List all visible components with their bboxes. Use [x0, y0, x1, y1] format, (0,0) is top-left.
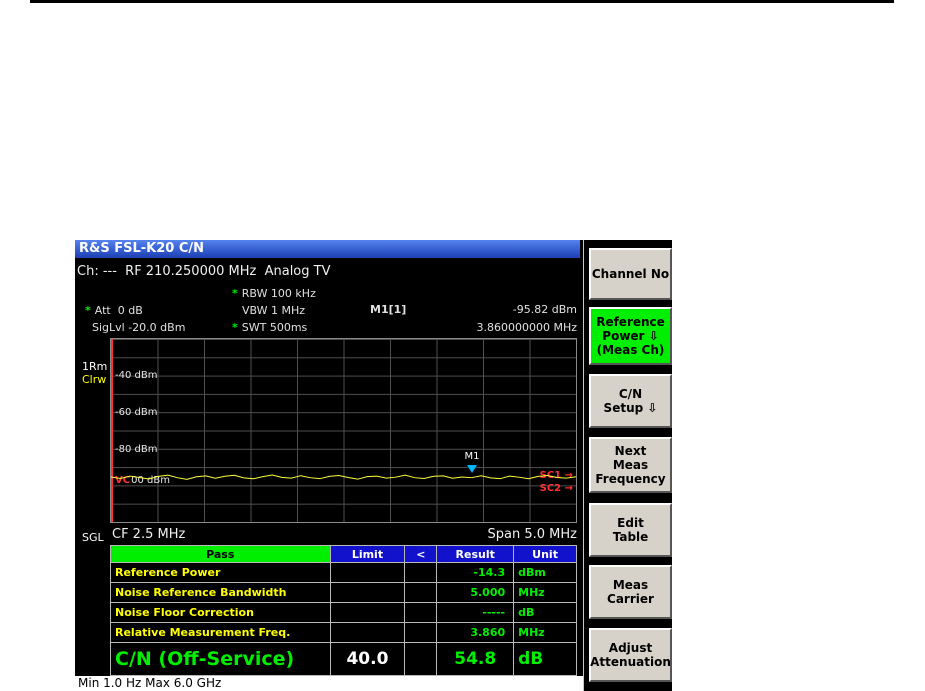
softkey-label-line: C/N [618, 387, 643, 401]
softkey-next-meas-frequency[interactable]: Next Meas Frequency [589, 437, 672, 493]
row-unit: MHz [514, 583, 577, 603]
display-area: R&S FSL-K20 C/N Ch: --- RF 210.250000 MH… [75, 240, 583, 691]
row-result: 5.000 [437, 583, 515, 603]
softkey-label-line: (Meas Ch) [596, 343, 665, 357]
table-row: Noise Reference Bandwidth 5.000 MHz [111, 583, 577, 603]
softkey-label-line: Table [612, 530, 649, 544]
marker-m1-symbol [466, 465, 477, 473]
title-bar: R&S FSL-K20 C/N [75, 240, 580, 258]
table-row: Reference Power -14.3 dBm [111, 563, 577, 583]
cn-result-unit: dB [514, 643, 578, 676]
softkey-reference-power-meas-ch[interactable]: Reference Power ⇩ (Meas Ch) [589, 307, 672, 365]
instrument-screen: R&S FSL-K20 C/N Ch: --- RF 210.250000 MH… [75, 240, 672, 691]
cn-comparator [405, 643, 438, 676]
attenuation-value: Att 0 dB [94, 304, 143, 317]
softkey-label-line: Reference [596, 315, 665, 329]
rbw-setting: * RBW 100 kHz [232, 287, 316, 300]
table-header-limit: Limit [330, 546, 406, 563]
span-label: Span 5.0 MHz [487, 527, 577, 542]
softkey-label-line: Meas [612, 578, 649, 592]
uncoupled-indicator: * [232, 321, 238, 334]
row-unit: MHz [514, 623, 577, 643]
table-header-pass: Pass [111, 546, 331, 563]
signal-level-setting: SigLvl -20.0 dBm [92, 321, 186, 334]
table-row: Relative Measurement Freq. 3.860 MHz [111, 623, 577, 643]
center-frequency-label: CF 2.5 MHz [112, 527, 186, 542]
cn-result-value: 54.8 [437, 643, 515, 676]
table-row: Noise Floor Correction ----- dB [111, 603, 577, 623]
y-axis-label: -60 dBm [115, 407, 158, 418]
row-comparator [405, 563, 438, 583]
channel-info-line: Ch: --- RF 210.250000 MHz Analog TV [77, 264, 331, 279]
row-limit [330, 563, 406, 583]
softkey-label-line: Setup ⇩ [603, 401, 658, 415]
trace-number-label: 1Rm [82, 360, 108, 373]
y-axis-label: -40 dBm [115, 370, 158, 381]
marker-m1-label: M1 [464, 451, 480, 462]
app-title: R&S FSL-K20 C/N [79, 241, 205, 256]
softkey-label-line: Adjust [608, 641, 653, 655]
marker-name: M1[1] [370, 303, 407, 316]
page: R&S FSL-K20 C/N Ch: --- RF 210.250000 MH… [0, 0, 925, 691]
softkey-label-line: Carrier [607, 592, 654, 606]
row-limit [330, 583, 406, 603]
sweep-mode-label: SGL [82, 531, 104, 544]
row-comparator [405, 623, 438, 643]
page-top-rule [30, 0, 894, 3]
row-comparator [405, 603, 438, 623]
softkey-meas-carrier[interactable]: Meas Carrier [589, 565, 672, 619]
softkey-edit-table[interactable]: Edit Table [589, 503, 672, 557]
softkey-label-line: Channel No [591, 267, 670, 281]
table-header-row: Pass Limit < Result Unit [111, 546, 577, 563]
row-result: 3.860 [437, 623, 515, 643]
softkey-panel: Channel No Reference Power ⇩ (Meas Ch) C/N Se… [583, 240, 672, 691]
softkey-channel-no[interactable]: Channel No [589, 248, 672, 300]
marker-level-readout: -95.82 dBm [512, 303, 577, 316]
vbw-setting: VBW 1 MHz [242, 304, 306, 317]
sweep-time-setting: * SWT 500ms [232, 321, 307, 334]
attenuation-setting: * Att 0 dB [85, 304, 143, 317]
graph-area: VC00 dBm SC1 → SC2 → M1 -40 dBm -60 dBm -8… [110, 338, 577, 523]
row-unit: dB [514, 603, 577, 623]
marker-frequency-readout: 3.860000000 MHz [476, 321, 577, 334]
uncoupled-indicator: * [232, 287, 238, 300]
y-axis-label: -80 dBm [115, 444, 158, 455]
softkey-label-line: Next [614, 444, 647, 458]
row-comparator [405, 583, 438, 603]
softkey-cn-setup[interactable]: C/N Setup ⇩ [589, 374, 672, 428]
row-limit [330, 603, 406, 623]
uncoupled-indicator: * [85, 304, 91, 317]
sweep-time-value: SWT 500ms [241, 321, 308, 334]
softkey-label-line: Meas [612, 458, 649, 472]
cn-limit-value: 40.0 [330, 643, 406, 676]
softkey-label-line: Frequency [595, 472, 666, 486]
table-header-comparator: < [405, 546, 438, 563]
row-unit: dBm [514, 563, 577, 583]
table-header-unit: Unit [514, 546, 577, 563]
status-bar: Min 1.0 Hz Max 6.0 GHz [75, 676, 583, 691]
row-label: Noise Reference Bandwidth [111, 583, 331, 603]
softkey-label-line: Power ⇩ [602, 329, 659, 343]
row-limit [330, 623, 406, 643]
row-label: Reference Power [111, 563, 331, 583]
table-header-result: Result [437, 546, 515, 563]
softkey-label-line: Edit [617, 516, 644, 530]
row-result: -14.3 [437, 563, 515, 583]
measurement-table: Pass Limit < Result Unit Reference Power… [110, 545, 578, 676]
trace-detector-label: Clrw [82, 373, 107, 386]
row-label: Noise Floor Correction [111, 603, 331, 623]
table-main-result-row: C/N (Off-Service) 40.0 54.8 dB [111, 643, 578, 676]
spectrum-trace [111, 474, 576, 480]
cn-result-label: C/N (Off-Service) [111, 643, 331, 676]
softkey-adjust-attenuation[interactable]: Adjust Attenuation [589, 628, 672, 682]
softkey-label-line: Attenuation [590, 655, 671, 669]
row-result: ----- [437, 603, 515, 623]
row-label: Relative Measurement Freq. [111, 623, 331, 643]
rbw-value: RBW 100 kHz [241, 287, 316, 300]
